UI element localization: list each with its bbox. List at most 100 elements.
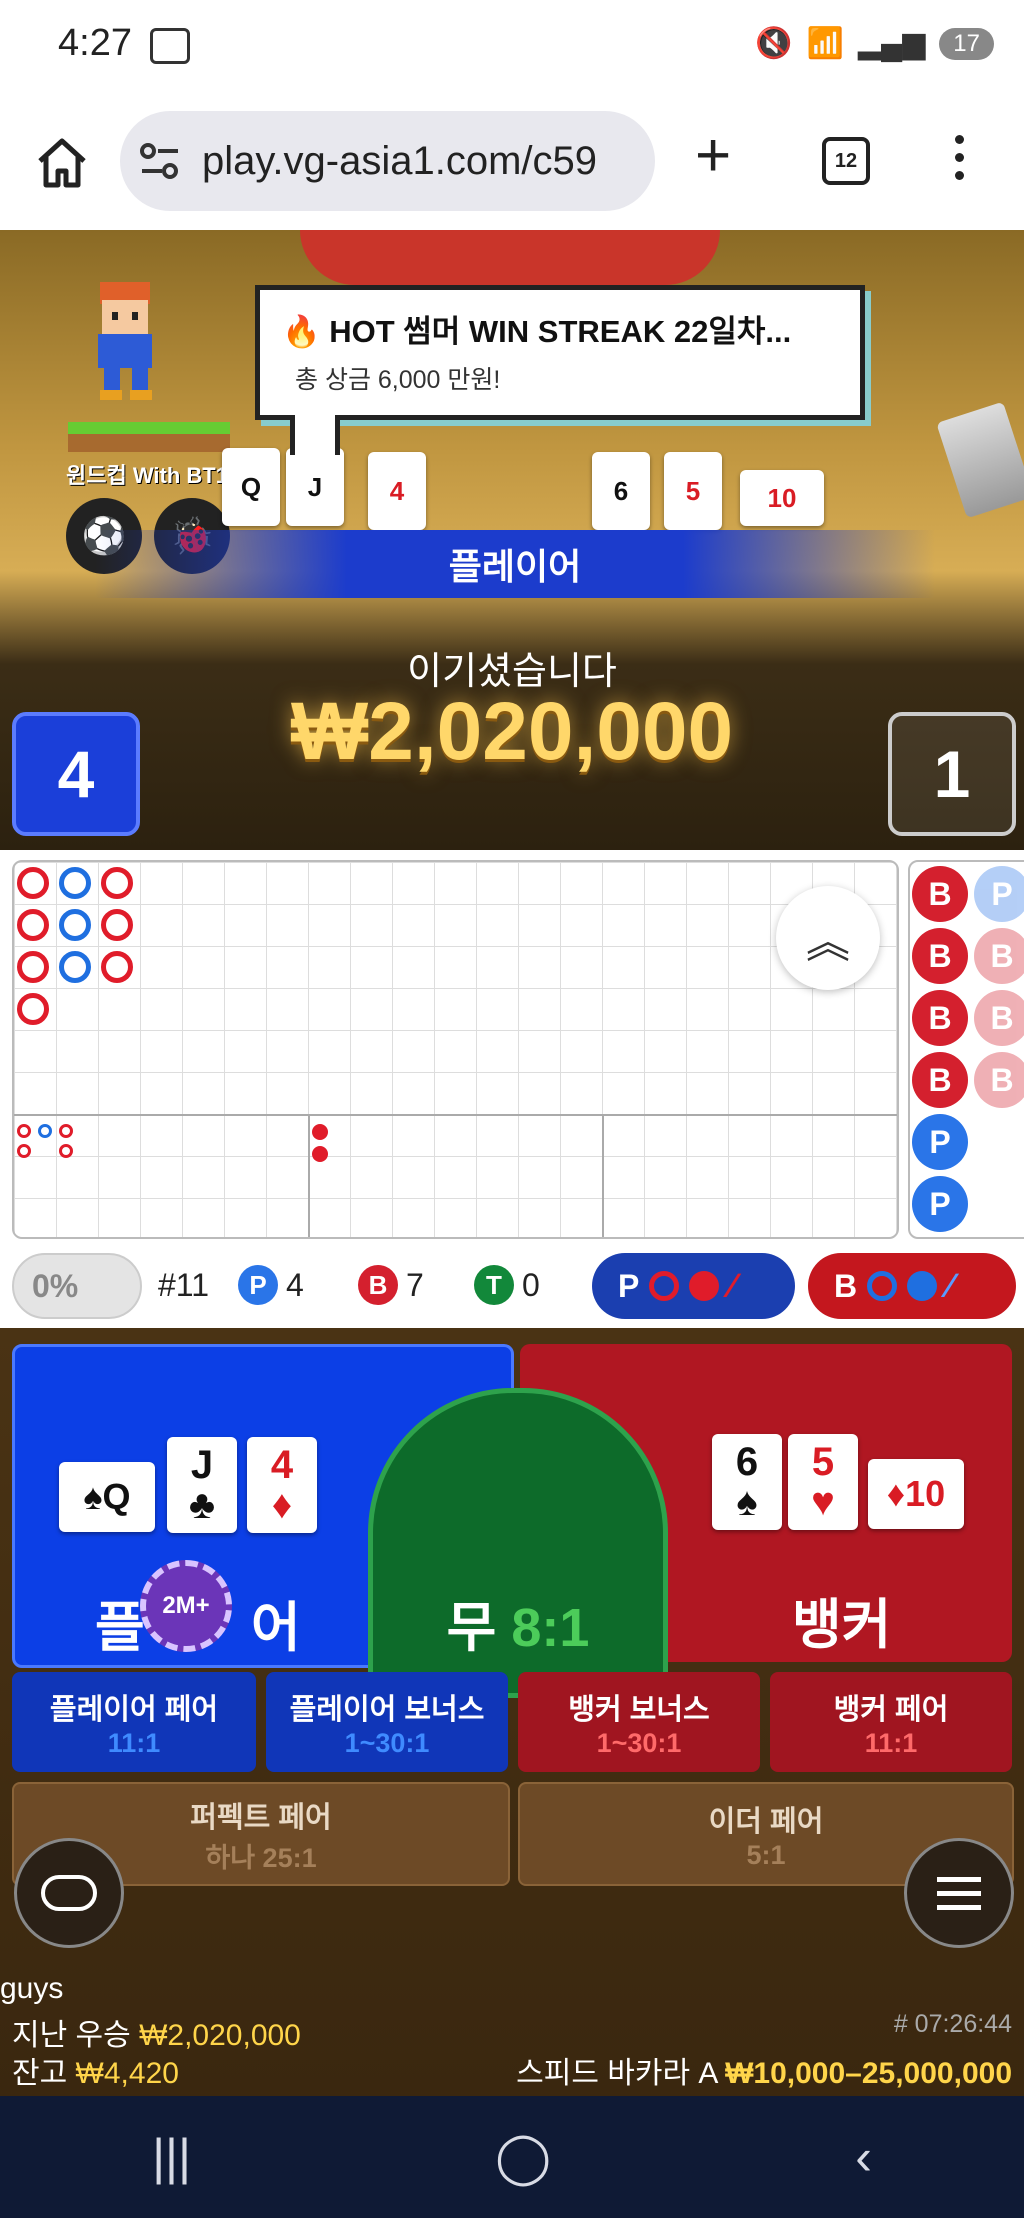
road-divider xyxy=(14,1114,897,1116)
banker-ask-button[interactable]: B ∕ xyxy=(808,1253,1016,1319)
side-bet-odds: 하나 25:1 xyxy=(205,1842,317,1873)
back-icon[interactable]: ‹ xyxy=(855,2128,872,2186)
player-count-icon: P xyxy=(238,1265,278,1305)
bead: B xyxy=(912,990,968,1046)
bet-chip[interactable]: 2M+ xyxy=(140,1560,232,1652)
table-card: 5 xyxy=(664,452,722,530)
bubble-tail xyxy=(290,415,340,455)
small-road-mark xyxy=(17,1144,31,1158)
live-video: 윈드컵 With BT1 ⚽ 🐞 Q J 4 6 5 10 🔥 HOT 썸머 W… xyxy=(0,230,1024,850)
banker-bet-label: 뱅커 xyxy=(792,1595,892,1655)
balance: 잔고 ₩4,420 xyxy=(12,2048,179,2092)
road-ring-banker xyxy=(17,909,49,941)
browser-toolbar: play.vg-asia1.com/c59 + 12 xyxy=(0,95,1024,231)
bet-limits: ₩10,000–25,000,000 xyxy=(725,2057,1012,2090)
side-bet-odds: 5:1 xyxy=(746,1839,786,1870)
stats-row: 0% #11 P 4 B 7 T 0 P ∕ B ∕ xyxy=(0,1245,1024,1325)
betting-table: ♠Q J ♣ 4 ♦ 플 어 6 ♠ 5 ♥ ♦10 뱅커 무 8:1 2M+ 플레이어… xyxy=(0,1328,1024,2096)
road-ring-banker xyxy=(17,993,49,1025)
player-pair-bet[interactable]: 플레이어 페어 11:1 xyxy=(12,1672,256,1772)
banker-count-value: 7 xyxy=(406,1266,424,1303)
site-settings-icon[interactable] xyxy=(138,141,182,181)
table-info: 스피드 바카라 A ₩10,000–25,000,000 xyxy=(516,2048,1012,2092)
bead-road[interactable]: B B B B P P P B B B xyxy=(908,860,1024,1239)
more-menu-icon[interactable] xyxy=(955,135,965,189)
promo-subtitle: 총 상금 6,000 만원! xyxy=(295,366,501,394)
promo-title: 🔥 HOT 썸머 WIN STREAK 22일차... xyxy=(282,314,792,349)
promo-bubble[interactable]: 🔥 HOT 썸머 WIN STREAK 22일차... 총 상금 6,000 만… xyxy=(255,285,865,420)
collapse-chevron-icon[interactable]: ︽ xyxy=(776,886,880,990)
banker-ask-label: B xyxy=(834,1267,858,1304)
address-bar[interactable]: play.vg-asia1.com/c59 xyxy=(120,111,655,211)
player-card: J ♣ xyxy=(167,1437,237,1533)
banker-pair-bet[interactable]: 뱅커 페어 11:1 xyxy=(770,1672,1012,1772)
player-count-value: 4 xyxy=(286,1266,304,1303)
side-bet-odds: 1~30:1 xyxy=(344,1727,430,1758)
slash-icon: ∕ xyxy=(947,1266,953,1305)
big-road[interactable] xyxy=(12,860,899,1239)
road-divider xyxy=(602,1114,604,1237)
small-road-mark xyxy=(312,1146,328,1162)
road-ring-player xyxy=(59,909,91,941)
banker-bonus-bet[interactable]: 뱅커 보너스 1~30:1 xyxy=(518,1672,760,1772)
player-bonus-bet[interactable]: 플레이어 보너스 1~30:1 xyxy=(266,1672,508,1772)
battery-icon: 17 xyxy=(939,27,994,60)
player-bet-label-end: 어 xyxy=(251,1598,301,1658)
avatar-name: 윈드컵 With BT1 xyxy=(66,463,228,488)
wifi-icon: 📶 xyxy=(806,27,844,60)
status-time: 4:27 xyxy=(58,22,132,64)
balance-value: ₩4,420 xyxy=(75,2057,179,2090)
bead: B xyxy=(912,928,968,984)
dealer-arm xyxy=(300,230,720,285)
card-shoe xyxy=(936,401,1024,519)
home-icon[interactable] xyxy=(32,133,92,193)
pixel-avatar xyxy=(98,282,152,400)
small-road-mark xyxy=(59,1144,73,1158)
avatar-platform xyxy=(68,422,230,452)
new-tab-button[interactable]: + xyxy=(695,125,731,187)
banker-count: B 7 xyxy=(358,1265,424,1305)
small-road-mark xyxy=(17,1124,31,1138)
table-card: 6 xyxy=(592,452,650,530)
bead: B xyxy=(974,1052,1024,1108)
recent-apps-icon[interactable]: ||| xyxy=(152,2128,191,2186)
tie-odds: 8:1 xyxy=(511,1598,590,1658)
table-card: Q xyxy=(222,448,280,526)
round-number: #11 xyxy=(158,1267,210,1303)
table-card: J xyxy=(286,448,344,526)
bead: P xyxy=(912,1176,968,1232)
status-bar: 4:27 🔇 📶 ▂▄▆ 17 xyxy=(0,0,1024,95)
small-road-mark xyxy=(38,1124,52,1138)
player-score: 4 xyxy=(12,712,140,836)
player-ask-button[interactable]: P ∕ xyxy=(592,1253,795,1319)
screenshot-icon xyxy=(150,28,190,64)
bead: P xyxy=(974,866,1024,922)
winner-label: 플레이어 xyxy=(448,546,582,587)
dot-icon xyxy=(689,1271,720,1301)
bead: B xyxy=(912,1052,968,1108)
table-name: 스피드 바카라 A xyxy=(516,2057,717,2090)
road-divider xyxy=(308,1114,310,1237)
road-ring-banker xyxy=(101,909,133,941)
road-ring-banker xyxy=(17,867,49,899)
tab-switcher-button[interactable]: 12 xyxy=(822,137,870,185)
tie-bet-area[interactable]: 무 8:1 xyxy=(368,1388,668,1698)
banker-card: 5 ♥ xyxy=(788,1434,858,1530)
game-time: # 07:26:44 xyxy=(893,2010,1012,2038)
banker-count-icon: B xyxy=(358,1265,398,1305)
side-bet-odds: 1~30:1 xyxy=(596,1727,682,1758)
side-bet-title: 플레이어 페어 xyxy=(49,1693,219,1726)
url-text: play.vg-asia1.com/c59 xyxy=(202,138,597,183)
chat-icon[interactable] xyxy=(14,1838,124,1948)
roadmap-panel: ︽ B B B B P P P B B B xyxy=(0,850,1024,1245)
player-ask-label: P xyxy=(618,1267,640,1304)
road-ring-banker xyxy=(101,867,133,899)
table-card: 10 xyxy=(740,470,824,526)
percent-toggle[interactable]: 0% xyxy=(12,1253,142,1319)
player-bet-label-start: 플 xyxy=(95,1598,145,1658)
ring-icon xyxy=(867,1271,898,1301)
winner-banner: 플레이어 xyxy=(95,530,935,598)
home-nav-icon[interactable]: ◯ xyxy=(495,2128,551,2186)
hamburger-menu-icon[interactable] xyxy=(904,1838,1014,1948)
tie-count-value: 0 xyxy=(522,1266,540,1303)
